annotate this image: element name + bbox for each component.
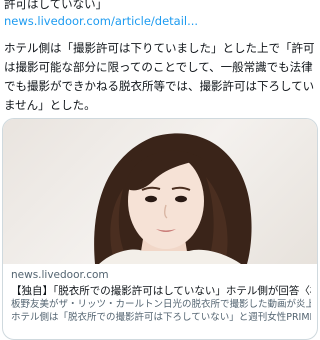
portrait-photo: [94, 133, 252, 264]
tweet-text-top-line: 許可はしていない」: [4, 0, 108, 11]
card-title[interactable]: 【独自】「脱衣所での撮影許可はしていない」ホテル側が回答〈板野友美の...: [11, 284, 311, 298]
card-meta: news.livedoor.com 【独自】「脱衣所での撮影許可はしていない」ホ…: [11, 268, 311, 324]
card-description-line: ホテル側は「脱衣所での撮影許可は下ろしていない」と週刊女性PRIMEに回...: [11, 312, 311, 323]
link-preview-card[interactable]: news.livedoor.com 【独自】「脱衣所での撮影許可はしていない」ホ…: [2, 118, 318, 340]
article-link[interactable]: news.livedoor.com/article/detail...: [4, 13, 198, 30]
tweet-body: 許可はしていない」 news.livedoor.com/article/deta…: [0, 0, 320, 340]
card-preview-image[interactable]: [3, 119, 317, 264]
paragraph-line: でも撮影ができかねる脱衣所等では、撮影許可は下ろしてい: [4, 79, 315, 93]
paragraph-line: は撮影可能な部分に限ってのことでして、一般常識でも法律: [4, 60, 313, 74]
paragraph-line: ません」とした。: [4, 98, 96, 112]
tweet-paragraph: ホテル側は「撮影許可は下りていました」とした上で「許可 は撮影可能な部分に限って…: [4, 39, 316, 115]
paragraph-line: ホテル側は「撮影許可は下りていました」とした上で「許可: [4, 41, 315, 55]
card-description-line: 板野友美がザ・リッツ・カールトン日光の脱衣所で撮影した動画が炎上した。: [11, 299, 311, 310]
card-domain: news.livedoor.com: [11, 269, 109, 281]
